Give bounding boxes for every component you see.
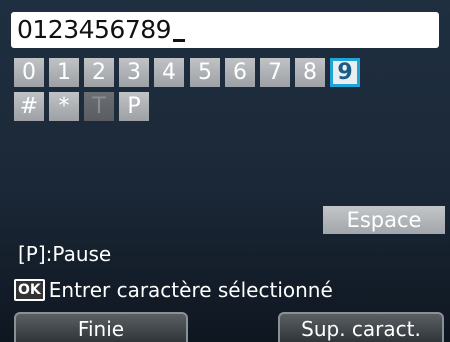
key-1[interactable]: 1 bbox=[49, 58, 79, 87]
space-button[interactable]: Espace bbox=[323, 206, 445, 234]
key-p[interactable]: P bbox=[119, 92, 149, 121]
number-entry-screen: 0123456789 0 1 2 3 4 5 6 7 8 9 # * T P E… bbox=[0, 0, 450, 342]
key-5[interactable]: 5 bbox=[190, 58, 220, 87]
pause-hint: [P]:Pause bbox=[18, 242, 112, 266]
key-7[interactable]: 7 bbox=[260, 58, 290, 87]
number-input[interactable]: 0123456789 bbox=[11, 12, 439, 48]
key-t-disabled: T bbox=[84, 92, 114, 121]
finish-button[interactable]: Finie bbox=[14, 312, 188, 342]
delete-character-button[interactable]: Sup. caract. bbox=[278, 312, 444, 342]
ok-hint: OK Entrer caractère sélectionné bbox=[14, 278, 333, 302]
key-9-selected[interactable]: 9 bbox=[330, 58, 360, 87]
key-2[interactable]: 2 bbox=[84, 58, 114, 87]
key-6[interactable]: 6 bbox=[225, 58, 255, 87]
key-asterisk[interactable]: * bbox=[49, 92, 79, 121]
key-hash[interactable]: # bbox=[14, 92, 44, 121]
number-input-value: 0123456789 bbox=[17, 15, 172, 44]
key-8[interactable]: 8 bbox=[295, 58, 325, 87]
key-0[interactable]: 0 bbox=[14, 58, 44, 87]
ok-hint-text: Entrer caractère sélectionné bbox=[48, 278, 333, 302]
ok-button-icon: OK bbox=[14, 279, 45, 301]
key-4[interactable]: 4 bbox=[154, 58, 184, 87]
key-3[interactable]: 3 bbox=[119, 58, 149, 87]
text-cursor bbox=[173, 39, 186, 42]
